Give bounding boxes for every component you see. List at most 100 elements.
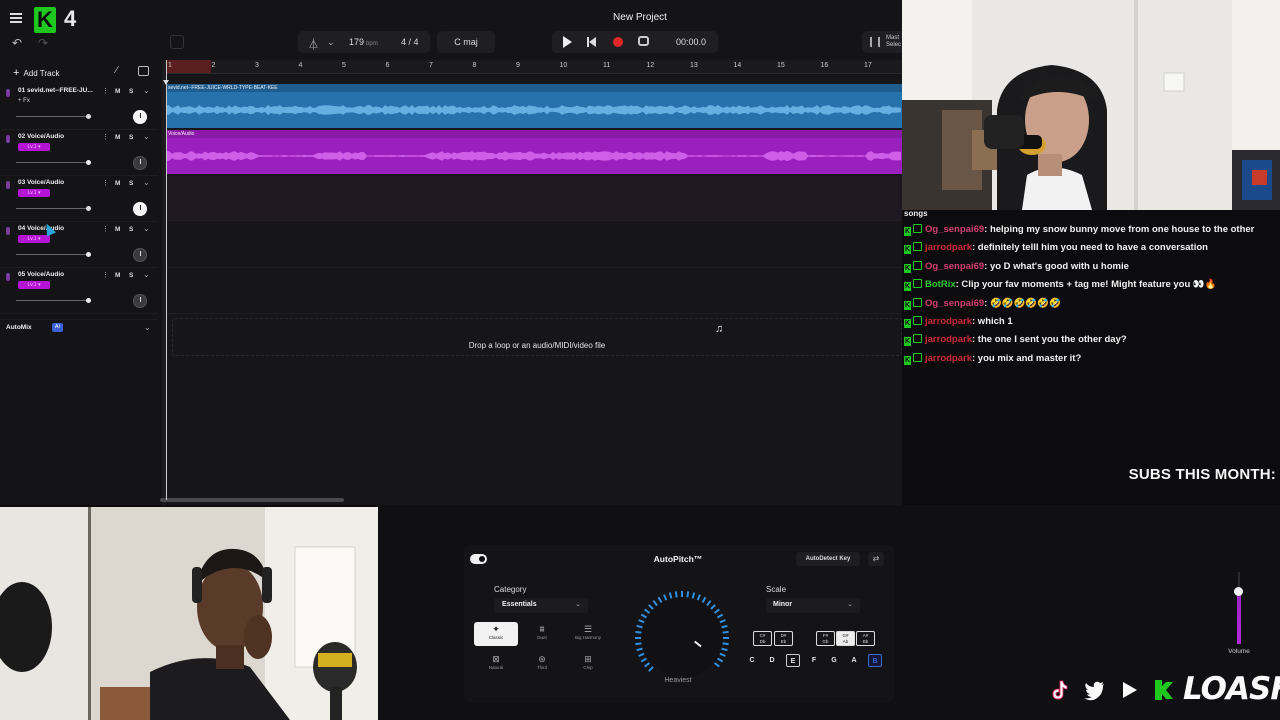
fader-handle[interactable] (86, 160, 91, 165)
sharp-key-button[interactable]: D# Eb (774, 631, 793, 646)
track-header[interactable]: 01 sevid.net--FREE-JU... + Fx ⋮ M S ⌄ (0, 84, 158, 130)
plugin-toggle[interactable] (470, 554, 487, 564)
track-name[interactable]: 01 sevid.net--FREE-JU... (18, 87, 93, 94)
note-button-e[interactable]: E (786, 654, 800, 667)
grid-icon[interactable] (138, 66, 149, 76)
chat-username[interactable]: BotRix (925, 279, 956, 290)
chevron-down-icon[interactable]: ⌄ (143, 178, 150, 187)
mute-button[interactable]: M (115, 226, 120, 233)
more-icon[interactable]: ⋮ (102, 179, 109, 187)
chevron-down-icon[interactable]: ⌄ (143, 86, 150, 95)
chevron-down-icon[interactable]: ⌄ (143, 224, 150, 233)
timeline-ruler[interactable] (166, 60, 902, 74)
mute-button[interactable]: M (115, 272, 120, 279)
track-header[interactable]: 04 Voice/Audio Lv.1 ▾ ⋮ M S ⌄ (0, 222, 158, 268)
volume-fader[interactable] (16, 208, 90, 209)
pan-knob[interactable] (133, 156, 147, 170)
solo-button[interactable]: S (129, 134, 133, 141)
track-name[interactable]: 04 Voice/Audio (18, 225, 64, 232)
chat-username[interactable]: jarrodpark (925, 334, 972, 345)
preset-big-harmony[interactable]: ☰ Big Harmony (566, 622, 610, 646)
chevron-down-icon[interactable]: ⌄ (143, 270, 150, 279)
empty-lane-track-3[interactable] (166, 176, 902, 220)
note-button-a[interactable]: A (847, 654, 861, 667)
loop-icon[interactable] (638, 36, 649, 46)
mute-button[interactable]: M (115, 88, 120, 95)
metronome-icon[interactable]: ⏃ (308, 36, 319, 52)
chat-username[interactable]: Og_senpai69 (925, 261, 984, 272)
solo-button[interactable]: S (129, 272, 133, 279)
preset-chip[interactable]: ⊞ Chip (566, 652, 610, 676)
sharp-key-button[interactable]: A# Bb (856, 631, 875, 646)
pan-knob[interactable] (133, 248, 147, 262)
add-track-button[interactable]: + Add Track (13, 67, 59, 79)
track-header[interactable]: 05 Voice/Audio Lv.1 ▾ ⋮ M S ⌄ (0, 268, 158, 314)
volume-fader[interactable] (16, 162, 90, 163)
fader-handle[interactable] (86, 252, 91, 257)
track-name[interactable]: 05 Voice/Audio (18, 271, 64, 278)
key-selector[interactable]: C maj (437, 31, 495, 53)
scale-select[interactable]: Minor ⌄ (766, 598, 860, 613)
preset-duet[interactable]: ⩩ Duet (520, 622, 564, 646)
fader-handle[interactable] (86, 298, 91, 303)
preset-natural[interactable]: ⊠ Natural (474, 652, 518, 676)
chevron-down-icon[interactable]: ⌄ (144, 323, 151, 332)
track-preset-badge[interactable]: Lv.1 ▾ (18, 281, 50, 289)
mute-button[interactable]: M (115, 180, 120, 187)
drop-zone[interactable] (172, 318, 902, 356)
chat-username[interactable]: Og_senpai69 (925, 224, 984, 235)
undo-icon[interactable]: ↶ (12, 36, 22, 50)
wand-icon[interactable]: ⁄ (116, 65, 118, 76)
fader-handle[interactable] (86, 206, 91, 211)
track-fx[interactable]: + Fx (18, 98, 30, 104)
note-button-c[interactable]: C (745, 654, 759, 667)
audio-clip-vocal[interactable]: Voice/Audio (166, 130, 902, 174)
bpm-field[interactable]: 179 bpm (349, 37, 378, 47)
collapse-icon[interactable] (170, 35, 184, 49)
more-icon[interactable]: ⋮ (102, 225, 109, 233)
note-button-f[interactable]: F (807, 654, 821, 667)
chat-username[interactable]: jarrodpark (925, 242, 972, 253)
pan-knob[interactable] (133, 294, 147, 308)
skip-back-icon[interactable] (587, 37, 597, 47)
pitch-dial[interactable] (642, 598, 722, 678)
pan-knob[interactable] (133, 202, 147, 216)
track-preset-badge[interactable]: Lv.1 ▾ (18, 189, 50, 197)
chat-username[interactable]: Og_senpai69 (925, 298, 984, 309)
solo-button[interactable]: S (129, 226, 133, 233)
play-icon[interactable] (563, 36, 572, 48)
solo-button[interactable]: S (129, 180, 133, 187)
menu-icon[interactable] (10, 13, 22, 23)
chevron-down-icon[interactable]: ⌄ (327, 37, 335, 48)
note-button-b[interactable]: B (868, 654, 882, 667)
volume-fader[interactable] (16, 116, 90, 117)
category-select[interactable]: Essentials ⌄ (494, 598, 588, 613)
track-header[interactable]: 02 Voice/Audio Lv.1 ▾ ⋮ M S ⌄ (0, 130, 158, 176)
automix-row[interactable]: AutoMix AI ⌄ (0, 319, 158, 337)
sharp-key-button[interactable]: C# Db (753, 631, 772, 646)
note-button-d[interactable]: D (765, 654, 779, 667)
pan-knob[interactable] (133, 110, 147, 124)
horizontal-scrollbar[interactable] (160, 498, 344, 502)
chevron-down-icon[interactable]: ⌄ (143, 132, 150, 141)
more-icon[interactable]: ⋮ (102, 271, 109, 279)
track-name[interactable]: 02 Voice/Audio (18, 133, 64, 140)
more-icon[interactable]: ⋮ (102, 133, 109, 141)
audio-clip-beat[interactable]: sevid.net--FREE-JUICE-WRLD-TYPE-BEAT-KEE (166, 84, 902, 128)
redo-icon[interactable]: ↷ (38, 36, 48, 50)
fader-handle[interactable] (86, 114, 91, 119)
chat-username[interactable]: jarrodpark (925, 316, 972, 327)
loop-region[interactable] (166, 60, 211, 73)
more-icon[interactable]: ⋮ (102, 87, 109, 95)
chat-username[interactable]: jarrodpark (925, 353, 972, 364)
track-header[interactable]: 03 Voice/Audio Lv.1 ▾ ⋮ M S ⌄ (0, 176, 158, 222)
master-button[interactable]: Mast Selec (862, 31, 902, 53)
volume-fader[interactable] (16, 254, 90, 255)
preset-third[interactable]: ⊛ Third (520, 652, 564, 676)
autodetect-key-button[interactable]: AutoDetect Key (796, 552, 860, 566)
track-preset-badge[interactable]: Lv.1 ▾ (18, 235, 50, 243)
volume-fader[interactable] (16, 300, 90, 301)
time-signature[interactable]: 4 / 4 (401, 37, 419, 47)
sharp-key-button[interactable]: G# Ab (836, 631, 855, 646)
playhead[interactable] (166, 60, 167, 500)
